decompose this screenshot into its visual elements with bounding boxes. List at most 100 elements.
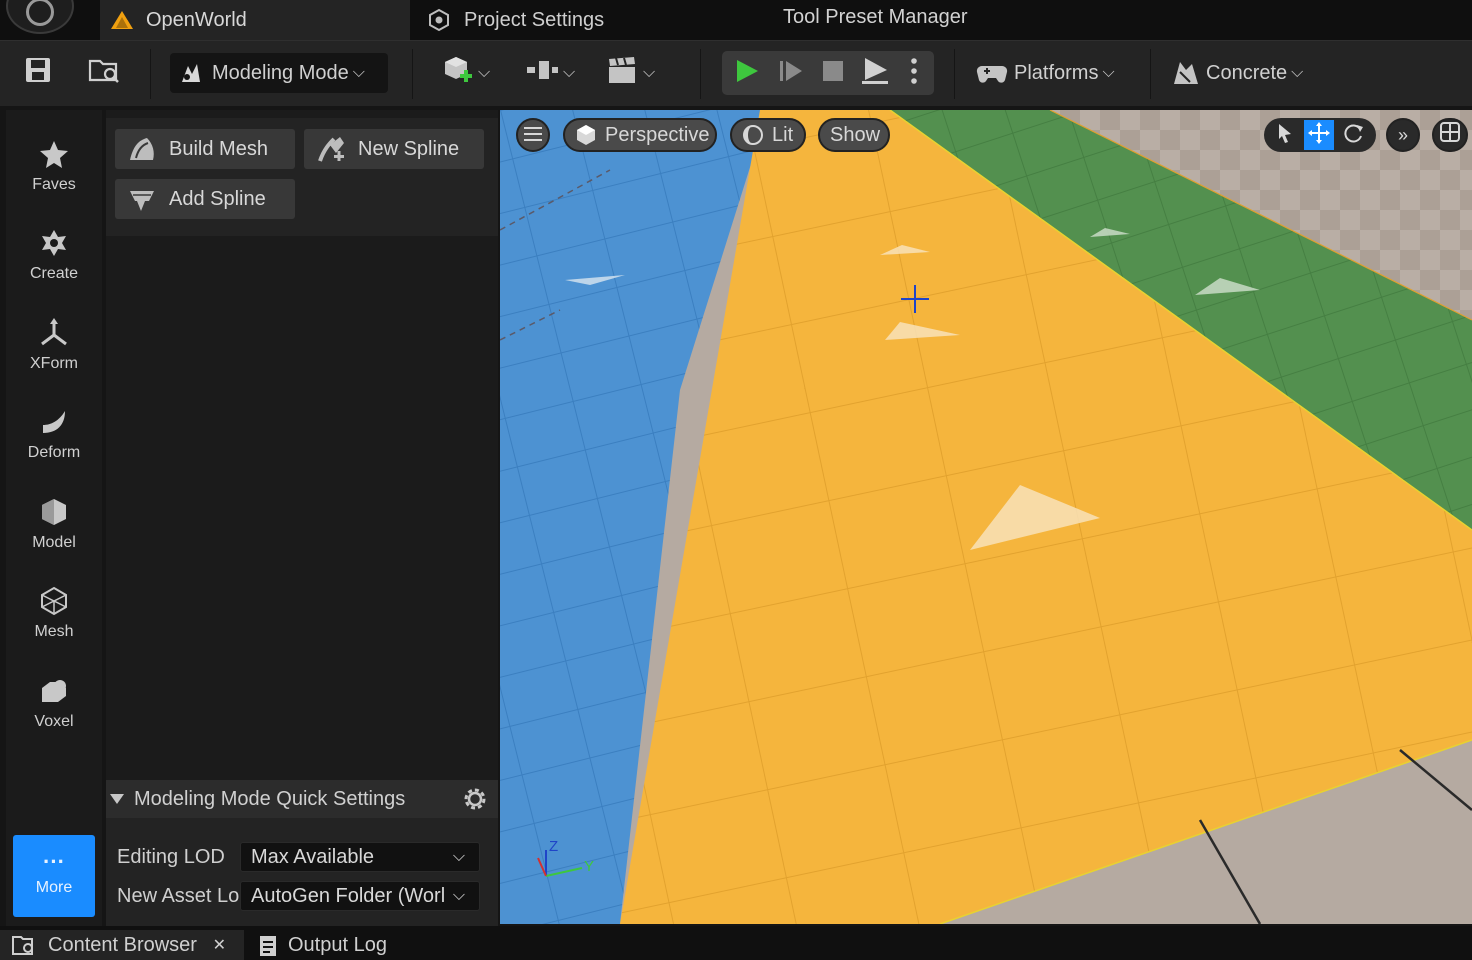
tab-label: Project Settings [464, 8, 605, 31]
palette-item-voxel[interactable]: Voxel [6, 663, 102, 743]
editing-lod-value: Max Available [251, 846, 375, 868]
palette-label: Create [29, 265, 79, 282]
gear-icon[interactable] [460, 784, 490, 814]
button-label: Add Spline [169, 187, 266, 210]
editing-lod-label: Editing LOD [117, 846, 225, 868]
mesh-icon [38, 585, 70, 617]
perspective-button[interactable]: Perspective [563, 118, 717, 152]
add-spline-icon [130, 191, 154, 211]
modeling-mode-icon [178, 60, 204, 86]
perspective-cube-icon [575, 124, 597, 146]
show-flags-button[interactable]: Show [818, 118, 890, 152]
palette-item-create[interactable]: Create [6, 215, 102, 295]
level-viewport[interactable]: Perspective Lit Show » Z Y [500, 110, 1472, 924]
chevron-down-icon: ⌵ [452, 848, 465, 865]
tab-openworld[interactable]: OpenWorld [100, 0, 410, 40]
select-mode-button[interactable] [1270, 120, 1300, 150]
viewport-menu-button[interactable] [516, 118, 550, 152]
palette-item-xform[interactable]: XForm [6, 305, 102, 385]
new-asset-location-value: AutoGen Folder (Worl [251, 885, 446, 907]
model-icon [38, 496, 70, 528]
advance-frame-button[interactable] [776, 58, 806, 88]
double-chevron-right-icon: » [1397, 124, 1408, 145]
cursor-arrow-icon [1276, 123, 1294, 148]
more-vertical-icon [910, 57, 918, 90]
eject-icon [860, 56, 890, 91]
new-asset-location-dropdown[interactable]: AutoGen Folder (Worl ⌵ [240, 881, 480, 911]
chevron-down-icon: ⌵ [643, 64, 656, 81]
tab-content-browser[interactable]: Content Browser ✕ [0, 930, 244, 960]
title-bar: OpenWorld Project Settings Tool Preset M… [0, 0, 1472, 40]
clapperboard-icon [607, 55, 639, 91]
blueprints-button[interactable]: ⌵ [525, 53, 575, 93]
play-button[interactable] [732, 58, 762, 88]
transform-tools-group [1264, 118, 1376, 152]
tool-preset-manager-title[interactable]: Tool Preset Manager [783, 0, 968, 40]
more-tools-button[interactable]: ··· More [13, 835, 95, 917]
add-actor-button[interactable]: ⌵ [442, 53, 490, 93]
play-options-button[interactable] [902, 57, 926, 90]
button-label: Build Mesh [169, 137, 268, 160]
rotate-icon [1342, 122, 1364, 149]
quick-settings-header[interactable]: Modeling Mode Quick Settings [106, 780, 498, 818]
tool-buttons-area: Build Mesh New Spline Add Spline [106, 118, 498, 236]
platforms-label: Platforms [1014, 61, 1099, 84]
platforms-dropdown[interactable]: Platforms ⌵ [976, 53, 1115, 93]
tab-label: OpenWorld [146, 8, 247, 31]
crosshair-icon [900, 284, 930, 314]
concrete-icon [1170, 58, 1200, 88]
more-dots-icon: ··· [43, 849, 65, 874]
toolbar-separator [954, 49, 955, 99]
layout-grid-icon [1440, 122, 1460, 148]
toolbar-separator [700, 49, 701, 99]
chevron-down-icon: ⌵ [1291, 64, 1304, 81]
stop-button[interactable] [818, 58, 848, 88]
mode-selector-dropdown[interactable]: Modeling Mode ⌵ [170, 53, 388, 93]
save-button[interactable] [24, 53, 52, 93]
chevron-down-icon: ⌵ [1102, 64, 1115, 81]
mode-palette: Faves Create XForm Deform Model Mesh Vox… [6, 110, 102, 926]
gamepad-icon [976, 60, 1008, 86]
palette-item-mesh[interactable]: Mesh [6, 573, 102, 653]
translate-mode-button[interactable] [1304, 120, 1334, 150]
scene-render [500, 110, 1472, 924]
star-icon [38, 138, 70, 170]
content-browser-label: Content Browser [48, 933, 197, 956]
editing-lod-dropdown[interactable]: Max Available ⌵ [240, 842, 480, 872]
rotate-mode-button[interactable] [1338, 120, 1368, 150]
deform-icon [38, 406, 70, 438]
palette-label: Voxel [34, 713, 74, 730]
chevron-down-icon: ⌵ [352, 64, 365, 81]
eject-button[interactable] [858, 56, 892, 90]
tab-output-log[interactable]: Output Log [258, 930, 387, 960]
palette-item-deform[interactable]: Deform [6, 394, 102, 474]
viewport-layout-button[interactable] [1432, 118, 1468, 152]
close-icon[interactable]: ✕ [213, 935, 226, 955]
palette-item-model[interactable]: Model [6, 484, 102, 564]
step-forward-icon [778, 58, 804, 89]
content-browser-icon [12, 934, 38, 956]
bottom-drawer-bar: Content Browser ✕ Output Log [0, 926, 1472, 960]
viewport-options-expand-button[interactable]: » [1386, 118, 1420, 152]
concrete-dropdown[interactable]: Concrete ⌵ [1170, 53, 1303, 93]
hamburger-menu-icon [524, 124, 542, 147]
level-icon [110, 10, 134, 30]
save-icon [24, 56, 52, 90]
more-label: More [35, 879, 73, 896]
lit-label: Lit [772, 123, 794, 146]
view-mode-lit-button[interactable]: Lit [730, 118, 806, 152]
palette-label: XForm [30, 355, 78, 372]
build-mesh-button[interactable]: Build Mesh [115, 129, 295, 169]
new-spline-button[interactable]: New Spline [304, 129, 484, 169]
tab-project-settings[interactable]: Project Settings [414, 0, 754, 40]
unreal-logo-icon[interactable] [6, 0, 74, 34]
chevron-down-icon: ⌵ [448, 882, 465, 910]
button-label: New Spline [358, 137, 460, 160]
toolbar-separator [150, 49, 151, 99]
browse-content-button[interactable] [88, 53, 122, 93]
palette-item-faves[interactable]: Faves [6, 126, 102, 206]
add-spline-button[interactable]: Add Spline [115, 179, 295, 219]
quick-settings-title: Modeling Mode Quick Settings [134, 787, 406, 810]
cinematics-button[interactable]: ⌵ [607, 53, 655, 93]
palette-label: Mesh [34, 623, 74, 640]
